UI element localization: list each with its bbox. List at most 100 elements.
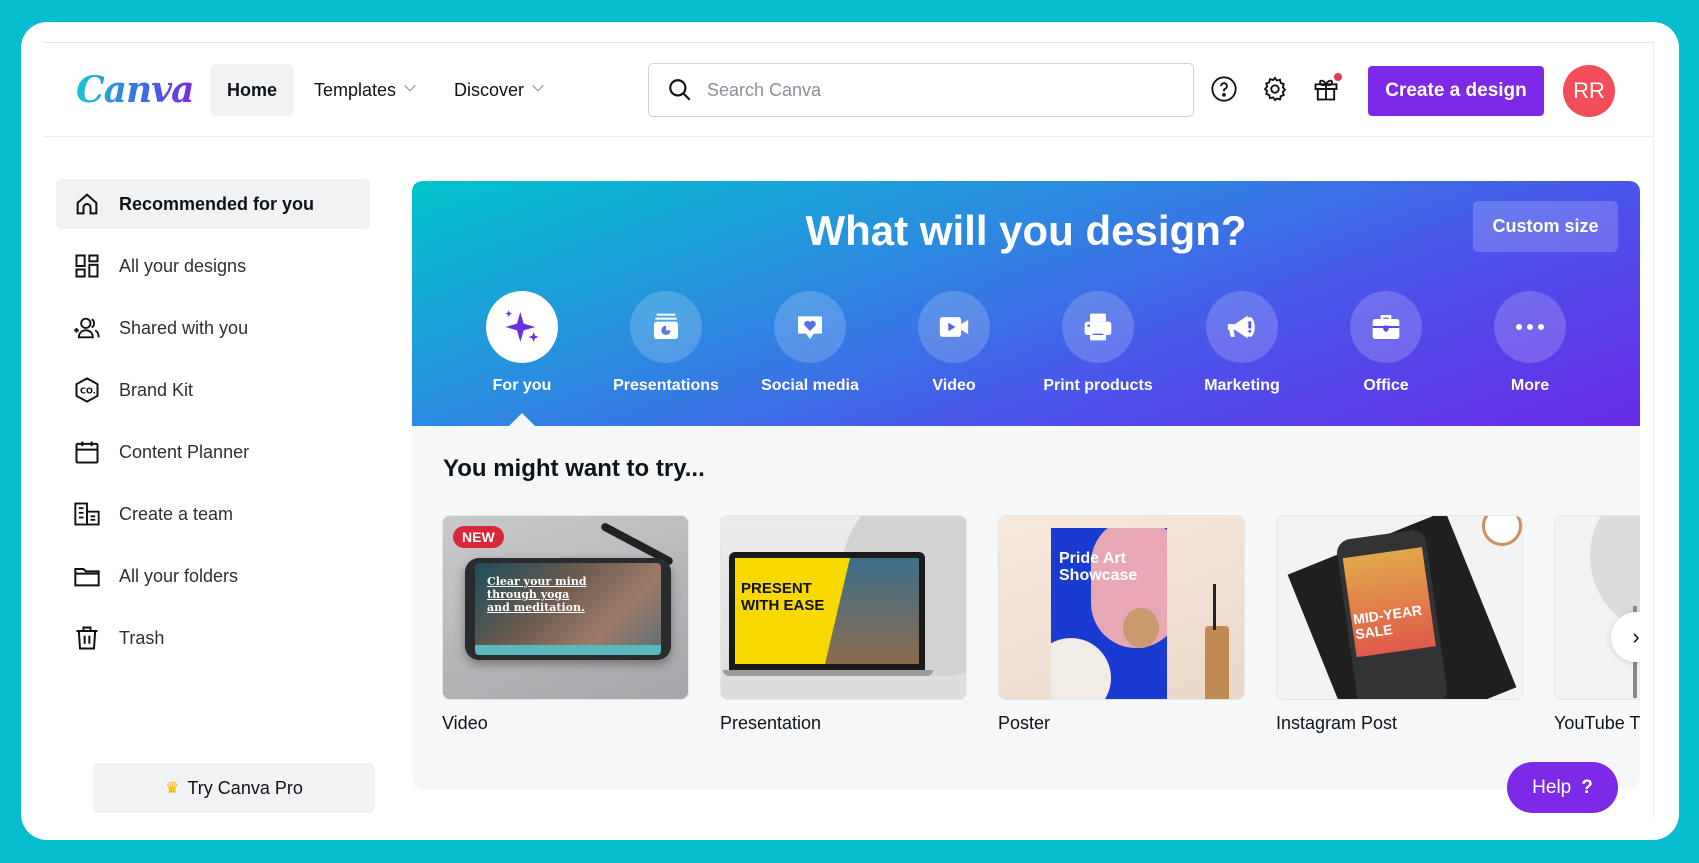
suggestion-card-video[interactable]: Clear your mind through yoga and meditat… (442, 515, 689, 734)
sidebar-item-label: All your designs (119, 255, 247, 276)
category-label: Office (1363, 377, 1409, 394)
category-print-products[interactable]: Print products (1028, 291, 1168, 395)
thumb-text: Pride Art Showcase (1059, 550, 1138, 584)
category-label: Print products (1043, 377, 1153, 394)
canva-app: Canva Home Templates Discover Create a d… (44, 42, 1654, 818)
card-label: Video (442, 713, 488, 733)
category-presentations[interactable]: Presentations (596, 291, 736, 395)
card-label: Presentation (720, 713, 822, 733)
category-video[interactable]: Video (884, 291, 1024, 395)
youtube-thumbnail (1554, 515, 1640, 700)
hero-title: What will you design? (805, 207, 1247, 254)
suggestion-card-instagram-post[interactable]: MID-YEAR SALE Instagram Post (1276, 515, 1523, 734)
top-header: Canva Home Templates Discover Create a d… (44, 43, 1653, 137)
presentation-thumbnail: PRESENT WITH EASE (720, 515, 967, 700)
sidebar-item-label: Create a team (119, 503, 234, 524)
category-label: Marketing (1204, 377, 1280, 394)
grid-icon (75, 254, 99, 278)
new-badge: NEW (453, 526, 504, 548)
category-office[interactable]: Office (1316, 291, 1456, 395)
sidebar-item-recommended[interactable]: Recommended for you (56, 179, 370, 229)
help-icon[interactable] (1208, 73, 1240, 105)
category-label: Social media (761, 377, 859, 394)
sidebar-item-label: All your folders (119, 565, 239, 586)
nav-templates[interactable]: Templates (314, 64, 416, 116)
more-dots-icon (1494, 291, 1566, 363)
video-camera-icon (918, 291, 990, 363)
megaphone-icon (1206, 291, 1278, 363)
nav-discover[interactable]: Discover (454, 64, 544, 116)
card-label: Poster (998, 713, 1051, 733)
try-canva-pro-button[interactable]: ♛ Try Canva Pro (93, 763, 375, 813)
trash-icon (76, 626, 98, 650)
poster-thumbnail: Pride Art Showcase (998, 515, 1245, 700)
sidebar-item-label: Content Planner (119, 441, 250, 462)
category-label: For you (492, 377, 552, 394)
printer-icon (1062, 291, 1134, 363)
sidebar-item-label: Trash (119, 627, 165, 648)
nav-discover-label: Discover (454, 79, 525, 100)
sidebar-item-trash[interactable]: Trash (56, 613, 370, 663)
canva-logo[interactable]: Canva (76, 69, 194, 111)
nav-templates-label: Templates (314, 79, 397, 100)
category-marketing[interactable]: Marketing (1172, 291, 1312, 395)
sidebar-item-folders[interactable]: All your folders (56, 551, 370, 601)
sidebar-item-label: Brand Kit (119, 379, 194, 400)
chevron-down-icon (532, 80, 544, 92)
heart-chat-icon (774, 291, 846, 363)
thumb-text: Clear your mind through yoga and meditat… (487, 575, 587, 614)
search-input[interactable] (707, 79, 1167, 101)
settings-icon[interactable] (1259, 73, 1291, 105)
search-icon (669, 79, 691, 101)
custom-size-button[interactable]: Custom size (1473, 201, 1618, 252)
instagram-thumbnail: MID-YEAR SALE (1276, 515, 1523, 700)
briefcase-icon (1350, 291, 1422, 363)
suggestion-card-presentation[interactable]: PRESENT WITH EASE Presentation (720, 515, 967, 734)
brand-kit-icon: CO. (75, 377, 99, 403)
sidebar-item-brand-kit[interactable]: CO. Brand Kit (56, 365, 370, 415)
chevron-down-icon (404, 80, 416, 92)
sidebar-item-create-team[interactable]: Create a team (56, 489, 370, 539)
category-label: More (1510, 377, 1550, 394)
sidebar-item-shared[interactable]: Shared with you (56, 303, 370, 353)
sidebar-item-all-designs[interactable]: All your designs (56, 241, 370, 291)
notification-dot (1334, 73, 1342, 81)
category-for-you[interactable]: For you (452, 291, 592, 395)
calendar-icon (75, 441, 99, 464)
sidebar: Recommended for you All your designs Sha… (56, 179, 370, 675)
main-content: What will you design? Custom size For yo… (412, 181, 1640, 789)
svg-text:CO.: CO. (80, 386, 96, 396)
team-building-icon (74, 502, 100, 526)
user-avatar[interactable]: RR (1563, 65, 1615, 117)
app-frame: Canva Home Templates Discover Create a d… (21, 22, 1679, 840)
video-thumbnail: Clear your mind through yoga and meditat… (442, 515, 689, 700)
help-label: Help (1532, 776, 1572, 798)
gift-icon[interactable] (1310, 73, 1342, 105)
try-canva-pro-label: Try Canva Pro (187, 777, 303, 798)
thumb-text: PRESENT WITH EASE (741, 580, 829, 614)
sparkle-icon (486, 291, 558, 363)
design-hero-banner: What will you design? Custom size For yo… (412, 181, 1640, 426)
category-label: Presentations (613, 377, 719, 394)
category-label: Video (932, 377, 976, 394)
chevron-right-icon: › (1632, 624, 1640, 649)
suggestions-title: You might want to try... (443, 455, 705, 482)
home-icon (76, 193, 98, 215)
question-mark-icon: ? (1581, 776, 1593, 798)
category-social-media[interactable]: Social media (740, 291, 880, 395)
create-design-button[interactable]: Create a design (1368, 66, 1544, 116)
card-label: Instagram Post (1276, 713, 1398, 733)
presentation-icon (630, 291, 702, 363)
search-box[interactable] (648, 63, 1194, 117)
sidebar-item-content-planner[interactable]: Content Planner (56, 427, 370, 477)
sidebar-item-label: Shared with you (119, 317, 249, 338)
nav-home[interactable]: Home (210, 64, 294, 116)
folder-icon (74, 568, 100, 587)
crown-icon: ♛ (165, 780, 180, 797)
sidebar-item-label: Recommended for you (119, 193, 315, 214)
shared-users-icon (74, 317, 100, 339)
card-label: YouTube Thumbnail (1554, 713, 1640, 733)
help-button[interactable]: Help ? (1507, 762, 1618, 813)
suggestion-card-poster[interactable]: Pride Art Showcase Poster (998, 515, 1245, 734)
category-more[interactable]: More (1460, 291, 1600, 395)
